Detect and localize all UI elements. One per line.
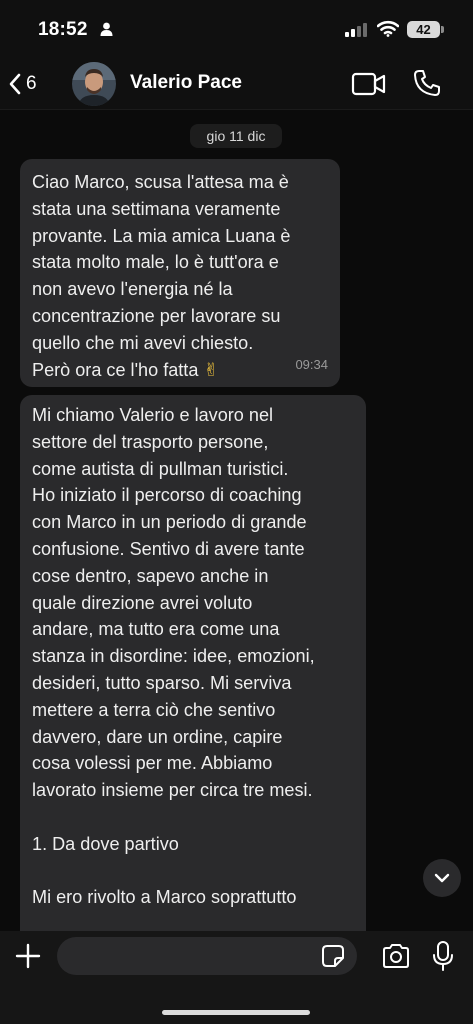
message-line: cose dentro, sapevo anche in: [32, 565, 269, 586]
message-line: con Marco in un periodo di grande: [32, 512, 307, 533]
chevron-left-icon: [9, 73, 21, 95]
message-line: Mi chiamo Valerio e lavoro nel: [32, 405, 274, 425]
plus-icon[interactable]: [14, 942, 42, 970]
wifi-icon: [377, 20, 399, 37]
date-separator: gio 11 dic: [190, 124, 282, 148]
chevron-down-icon: [434, 873, 450, 883]
scroll-to-bottom-button[interactable]: [423, 859, 461, 897]
cellular-signal-icon: [345, 23, 369, 37]
message-line: desideri, tutto sparso. Mi serviva: [32, 672, 292, 693]
chat-area[interactable]: gio 11 dic Ciao Marco, scusa l'attesa ma…: [0, 111, 473, 931]
message-line: come autista di pullman turistici.: [32, 458, 289, 479]
message-line: provante. La mia amica Luana è: [32, 225, 291, 246]
chat-header: 6 Valerio Pace: [0, 58, 473, 110]
sticker-icon[interactable]: [321, 944, 345, 968]
person-icon: [100, 22, 113, 36]
status-time: 18:52: [38, 19, 88, 40]
message-line: lavorato insieme per circa tre mesi.: [32, 780, 313, 801]
message-line: non avevo l'energia né la: [32, 279, 233, 300]
section-heading: 1. Da dove partivo: [32, 833, 179, 854]
message-line: cosa volessi per me. Abbiamo: [32, 753, 273, 774]
message-line: Ciao Marco, scusa l'attesa ma è: [32, 172, 289, 192]
message-line: stata una settimana veramente: [32, 198, 281, 219]
home-indicator: [162, 1010, 310, 1015]
message-line: quello che mi avevi chiesto.: [32, 332, 254, 353]
message-line: settore del trasporto persone,: [32, 431, 269, 452]
contact-name[interactable]: Valerio Pace: [130, 72, 242, 94]
message-line: concentrazione per lavorare su: [32, 305, 281, 326]
battery-indicator: 42: [407, 21, 440, 38]
battery-tip: [441, 26, 444, 33]
message-bubble[interactable]: Mi chiamo Valerio e lavoro nel settore d…: [20, 395, 366, 931]
message-input[interactable]: [57, 937, 357, 975]
message-line: mettere a terra ciò che sentivo: [32, 699, 276, 720]
message-line-last: Però ora ce l'ho fatta ✌: [32, 357, 328, 384]
message-line: Mi ero rivolto a Marco soprattutto: [32, 887, 297, 908]
avatar[interactable]: [72, 62, 116, 106]
video-call-icon[interactable]: [351, 70, 387, 98]
avatar-photo: [72, 62, 116, 106]
message-bubble[interactable]: Ciao Marco, scusa l'attesa ma è stata un…: [20, 159, 340, 387]
message-line: andare, ma tutto era come una: [32, 619, 280, 640]
message-line: stata molto male, lo è tutt'ora e: [32, 252, 279, 273]
message-timestamp: 09:34: [295, 357, 328, 373]
message-line: quale direzione avrei voluto: [32, 592, 253, 613]
message-line: Ho iniziato il percorso di coaching: [32, 485, 302, 506]
phone-icon[interactable]: [412, 68, 442, 98]
message-text: Però ora ce l'ho fatta: [32, 359, 199, 380]
victory-hand-emoji: ✌: [203, 359, 219, 381]
status-bar: 18:52 42: [0, 0, 473, 58]
message-line: davvero, dare un ordine, capire: [32, 726, 283, 747]
back-button[interactable]: 6: [8, 68, 58, 100]
message-line: confusione. Sentivo di avere tante: [32, 538, 305, 559]
message-line: stanza in disordine: idee, emozioni,: [32, 646, 315, 667]
microphone-icon[interactable]: [432, 940, 454, 972]
camera-icon[interactable]: [381, 942, 411, 970]
unread-count: 6: [26, 73, 37, 94]
